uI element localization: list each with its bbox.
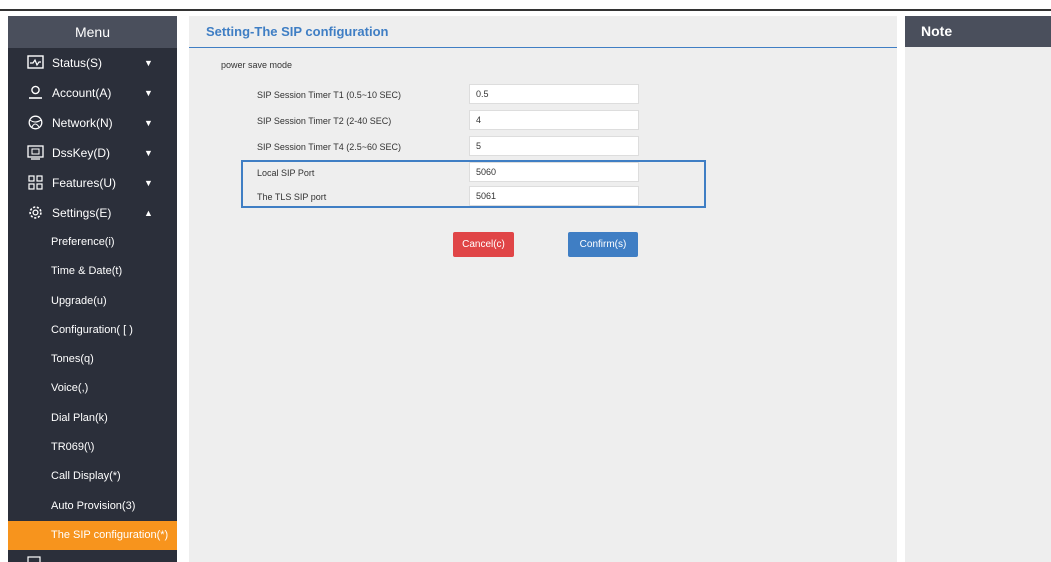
page-title: Setting-The SIP configuration bbox=[189, 16, 897, 48]
sidebar-subitem-voice[interactable]: Voice(,) bbox=[8, 374, 177, 403]
sidebar-item-label: Account(A) bbox=[52, 86, 112, 100]
sidebar-item-settings[interactable]: Settings(E) ▲ bbox=[8, 198, 177, 228]
sidebar-subitem-call-display[interactable]: Call Display(*) bbox=[8, 462, 177, 491]
menu-title: Menu bbox=[8, 16, 177, 48]
main-panel: Setting-The SIP configuration power save… bbox=[189, 16, 897, 562]
sidebar-subitem-sip-configuration[interactable]: The SIP configuration(*) bbox=[8, 520, 177, 551]
sidebar-subitem-auto-provision[interactable]: Auto Provision(3) bbox=[8, 492, 177, 521]
network-icon bbox=[28, 115, 43, 130]
sidebar-item-label: DssKey(D) bbox=[52, 146, 111, 160]
sidebar-menu: Menu Status(S) ▼ Account(A) ▼ Network(N) bbox=[8, 16, 177, 562]
sidebar-subitem-time-date[interactable]: Time & Date(t) bbox=[8, 257, 177, 286]
sip-timer-t2-input[interactable] bbox=[469, 110, 639, 130]
sidebar-item-features[interactable]: Features(U) ▼ bbox=[8, 168, 177, 198]
nav-list: Status(S) ▼ Account(A) ▼ Network(N) ▼ Ds… bbox=[8, 48, 177, 562]
sidebar-subitem-tr069[interactable]: TR069(\) bbox=[8, 433, 177, 462]
cancel-button[interactable]: Cancel(c) bbox=[453, 232, 514, 257]
sidebar-subitem-preference[interactable]: Preference(i) bbox=[8, 228, 177, 257]
sidebar-item-label: Features(U) bbox=[52, 176, 117, 190]
chevron-down-icon: ▼ bbox=[144, 88, 153, 98]
sidebar-subitem-tones[interactable]: Tones(q) bbox=[8, 345, 177, 374]
local-sip-port-input[interactable] bbox=[469, 162, 639, 182]
features-icon bbox=[28, 175, 43, 190]
gear-icon bbox=[29, 206, 42, 219]
note-panel: Note bbox=[905, 16, 1051, 562]
sidebar-item-label: Network(N) bbox=[52, 116, 113, 130]
field-label: SIP Session Timer T1 (0.5~10 SEC) bbox=[257, 90, 401, 100]
sidebar-item-label: Settings(E) bbox=[52, 206, 112, 220]
sidebar-item-label: Status(S) bbox=[52, 56, 103, 70]
chevron-down-icon: ▼ bbox=[144, 58, 153, 68]
sidebar-subitem-configuration[interactable]: Configuration( [ ) bbox=[8, 316, 177, 345]
chevron-up-icon: ▲ bbox=[144, 208, 153, 218]
chevron-down-icon: ▼ bbox=[144, 178, 153, 188]
sidebar-item-network[interactable]: Network(N) ▼ bbox=[8, 108, 177, 138]
confirm-button[interactable]: Confirm(s) bbox=[568, 232, 638, 257]
sidebar-item-partial[interactable] bbox=[8, 550, 177, 562]
section-label: power save mode bbox=[221, 60, 293, 70]
field-label: The TLS SIP port bbox=[257, 192, 327, 202]
tls-sip-port-input[interactable] bbox=[469, 186, 639, 206]
account-icon bbox=[29, 85, 42, 99]
note-title: Note bbox=[905, 16, 1051, 47]
sip-timer-t1-input[interactable] bbox=[469, 84, 639, 104]
sidebar-item-account[interactable]: Account(A) ▼ bbox=[8, 78, 177, 108]
chevron-down-icon: ▼ bbox=[144, 148, 153, 158]
field-label: SIP Session Timer T2 (2-40 SEC) bbox=[257, 116, 392, 126]
field-label: SIP Session Timer T4 (2.5~60 SEC) bbox=[257, 142, 401, 152]
top-divider bbox=[0, 9, 1051, 11]
sidebar-subitem-upgrade[interactable]: Upgrade(u) bbox=[8, 287, 177, 316]
partial-icon bbox=[27, 556, 41, 562]
sidebar-subitem-dial-plan[interactable]: Dial Plan(k) bbox=[8, 404, 177, 433]
dsskey-icon bbox=[27, 145, 44, 160]
sidebar-item-status[interactable]: Status(S) ▼ bbox=[8, 48, 177, 78]
sip-timer-t4-input[interactable] bbox=[469, 136, 639, 156]
sidebar-item-dsskey[interactable]: DssKey(D) ▼ bbox=[8, 138, 177, 168]
chevron-down-icon: ▼ bbox=[144, 118, 153, 128]
field-label: Local SIP Port bbox=[257, 168, 315, 178]
status-icon bbox=[27, 55, 44, 69]
